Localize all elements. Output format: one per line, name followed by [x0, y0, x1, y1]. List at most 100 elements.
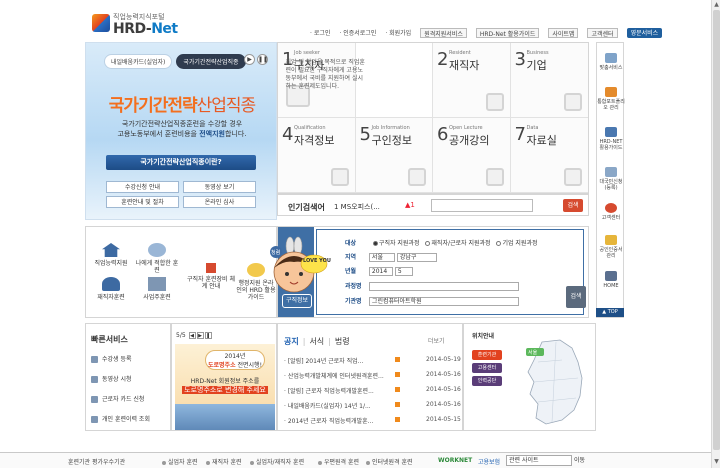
user-icon [91, 356, 98, 363]
pause-banner-icon[interactable]: ❚ [204, 332, 212, 339]
enroll-guide-button[interactable]: 수강신청 안내 [106, 181, 179, 193]
footer-online[interactable]: 인터넷원격 훈련 [366, 457, 413, 466]
rail-apply[interactable]: 대국민신청(등록) [597, 167, 625, 191]
radio-company[interactable] [496, 241, 502, 246]
rail-home[interactable]: HOME [597, 271, 625, 289]
rank-up-indicator: ▲1 [405, 201, 415, 209]
notice-item[interactable]: · 산업능력개발체계에 인터넷원격훈련... 2014-05-16 [284, 371, 461, 380]
go-button[interactable]: 이동 [574, 455, 585, 464]
prev-icon[interactable]: ◀ [188, 332, 196, 339]
insurance-logo[interactable]: 고용보험 [478, 457, 500, 466]
notice-item[interactable]: · 내일배움카드(실업자) 14년 1/... 2014-05-16 [284, 401, 461, 410]
scroll-up-icon[interactable]: ▲ [713, 1, 720, 9]
job-cell-business[interactable]: 3 Business 기업 [510, 43, 588, 118]
vertical-scrollbar[interactable]: ▲ ▼ [711, 0, 720, 468]
search-input[interactable] [431, 199, 533, 212]
banner-line1: HRD-Net 회원정보 주소를 [190, 378, 260, 385]
new-icon [395, 357, 400, 362]
quick-video[interactable]: 동영상 시청 [91, 374, 132, 383]
hrd-net-logo[interactable]: 직업능력지식포털 HRD-Net [92, 10, 187, 38]
custom-service-icon [605, 53, 617, 63]
svc-employer[interactable]: 사업주훈련 [134, 277, 180, 301]
notice-item[interactable]: · [알림] 근로자 직업능력개발훈련... 2014-05-16 [284, 386, 461, 395]
svc-support[interactable]: 직업능력지원 [88, 243, 134, 267]
mascot-illustration[interactable]: LOVE YOU 청렴 [262, 236, 331, 296]
nav-sitemap[interactable]: 사이트맵 [548, 28, 579, 38]
svc-equipment[interactable]: 구직자 훈련장비 체계 안내 [186, 263, 236, 290]
job-cell-resident[interactable]: 2 Resident 재직자 [433, 43, 511, 118]
year-select[interactable]: 2014 [368, 267, 393, 276]
popular-search-rank[interactable]: 1 MS오피스(... [334, 202, 380, 212]
job-info-tab[interactable]: 구직정보 [282, 294, 312, 308]
notice-more-link[interactable]: 더보기 [428, 336, 445, 345]
road-address-banner[interactable]: 5/5 ◀ ▶ ❚ 2014년 도로명주소 전면시행! HRD-Net 회원정보 주소… [171, 323, 277, 431]
rail-cert[interactable]: 공인인증서 관리 [597, 235, 625, 259]
related-site-select[interactable]: 관련 사이트 [506, 455, 572, 466]
footer-employee[interactable]: 재직자 훈련 [206, 457, 242, 466]
tab-laws[interactable]: 법령 [335, 337, 350, 346]
radio-employee[interactable] [425, 241, 431, 246]
footer-eval[interactable]: 훈련기관 평가우수기관 [68, 457, 125, 466]
scroll-top-button[interactable]: ▲ TOP [596, 308, 624, 317]
job-cell-qualification[interactable]: 4 Qualification 자격정보 [278, 118, 356, 193]
job-category-grid: 1 Job seeker 구직자 취업 및 창업을 목적으로 직업훈련이 필요한… [277, 42, 589, 194]
search-button[interactable]: 검색 [563, 199, 583, 212]
quick-enroll[interactable]: 수강생 등록 [91, 354, 132, 363]
worknet-logo[interactable]: WORKNET [438, 457, 472, 464]
org-input[interactable]: 그린컴퓨터아트학원 [368, 297, 519, 306]
online-review-button[interactable]: 온라인 심사 [183, 196, 256, 208]
tab-notice[interactable]: 공지 [284, 337, 299, 346]
training-search-button[interactable]: 검색 [566, 286, 586, 308]
hero-tab-card[interactable]: 내일배움카드(실업자) [104, 54, 173, 69]
footer-mail[interactable]: 우편원격 훈련 [318, 457, 359, 466]
footer-unemployed[interactable]: 실업자 훈련 [162, 457, 198, 466]
nav-customer-center[interactable]: 고객센터 [587, 28, 618, 38]
svc-recommend[interactable]: 나에게 적합한 훈련 [134, 243, 180, 274]
footer-both[interactable]: 실업자/재직자 훈련 [250, 457, 304, 466]
banner-year-bubble: 2014년 도로명주소 전면시행! [205, 350, 265, 370]
pause-icon[interactable]: ❚❚ [257, 54, 268, 65]
job-cell-data[interactable]: 7 Data 자료실 [510, 118, 588, 193]
next-icon[interactable]: ▶ [196, 332, 204, 339]
nav-english[interactable]: 영문서비스 [626, 28, 663, 38]
banner-pager: 5/5 ◀ ▶ ❚ [176, 332, 212, 339]
rail-portfolio[interactable]: 통합포트폴리오 관리 [597, 87, 625, 111]
gear-icon [605, 87, 617, 97]
rail-customer[interactable]: 고객센터 [597, 203, 625, 221]
month-select[interactable]: 5 [394, 267, 413, 276]
nav-guide[interactable]: HRD-Net 활용가이드 [475, 28, 540, 38]
nav-join[interactable]: · 회원가입 [385, 28, 411, 38]
region-btn-employment[interactable]: 고용센터 [472, 363, 502, 373]
play-icon[interactable]: ▶ [244, 54, 255, 65]
job-cell-job-info[interactable]: 5 Job Information 구인정보 [355, 118, 433, 193]
job-cell-open-lecture[interactable]: 6 Open Lecture 공개강의 [433, 118, 511, 193]
hero-tab-strategic[interactable]: 국가기간전략산업직종 [176, 54, 246, 69]
notice-item[interactable]: · 2014년 근로자 직업능력개발훈... 2014-05-15 [284, 416, 461, 425]
course-input[interactable] [368, 282, 519, 291]
tab-forms[interactable]: 서식 [309, 337, 324, 346]
radio-jobseeker[interactable] [372, 241, 378, 246]
nav-cert-login[interactable]: · 인증서로그인 [339, 28, 376, 38]
job-seeker-description: 취업 및 창업을 목적으로 직업훈련이 필요한 구직자에게 고용노동부에서 국비… [285, 59, 365, 90]
rail-custom-service[interactable]: 맞춤서비스 [597, 53, 625, 71]
hero-button-grid: 수강신청 안내 동영상 보기 훈련안내 및 절차 온라인 심사 [106, 181, 256, 208]
nav-remote-support[interactable]: 원격지원서비스 [420, 28, 467, 38]
video-button[interactable]: 동영상 보기 [183, 181, 256, 193]
scroll-thumb[interactable] [713, 10, 720, 450]
region-btn-training[interactable]: 훈련기관 [472, 350, 502, 360]
integrity-tag: 청렴 [271, 250, 281, 256]
region-select[interactable]: 서울 [368, 253, 395, 262]
quick-history[interactable]: 개인 훈련이력 조회 [91, 414, 150, 423]
district-select[interactable]: 강남구 [396, 253, 437, 262]
headset-icon [605, 203, 617, 213]
notice-item[interactable]: · [알림] 2014년 근로자 직업... 2014-05-19 [284, 356, 461, 365]
region-btn-hrd[interactable]: 인력공단 [472, 376, 502, 386]
scroll-down-icon[interactable]: ▼ [713, 458, 720, 466]
target-row: 대상 구직자 지원과정 재직자/근로자 지원과정 기업 지원과정 [345, 240, 538, 247]
nav-login[interactable]: · 로그인 [310, 28, 330, 38]
rail-guide[interactable]: HRD-NET 활용가이드 [597, 127, 625, 151]
svc-employee[interactable]: 재직자훈련 [88, 277, 134, 301]
procedure-button[interactable]: 훈련안내 및 절차 [106, 196, 179, 208]
quick-card-apply[interactable]: 근로자 카드 신청 [91, 394, 144, 403]
strategic-info-button[interactable]: 국가기간전략산업직종이란? [106, 155, 256, 170]
